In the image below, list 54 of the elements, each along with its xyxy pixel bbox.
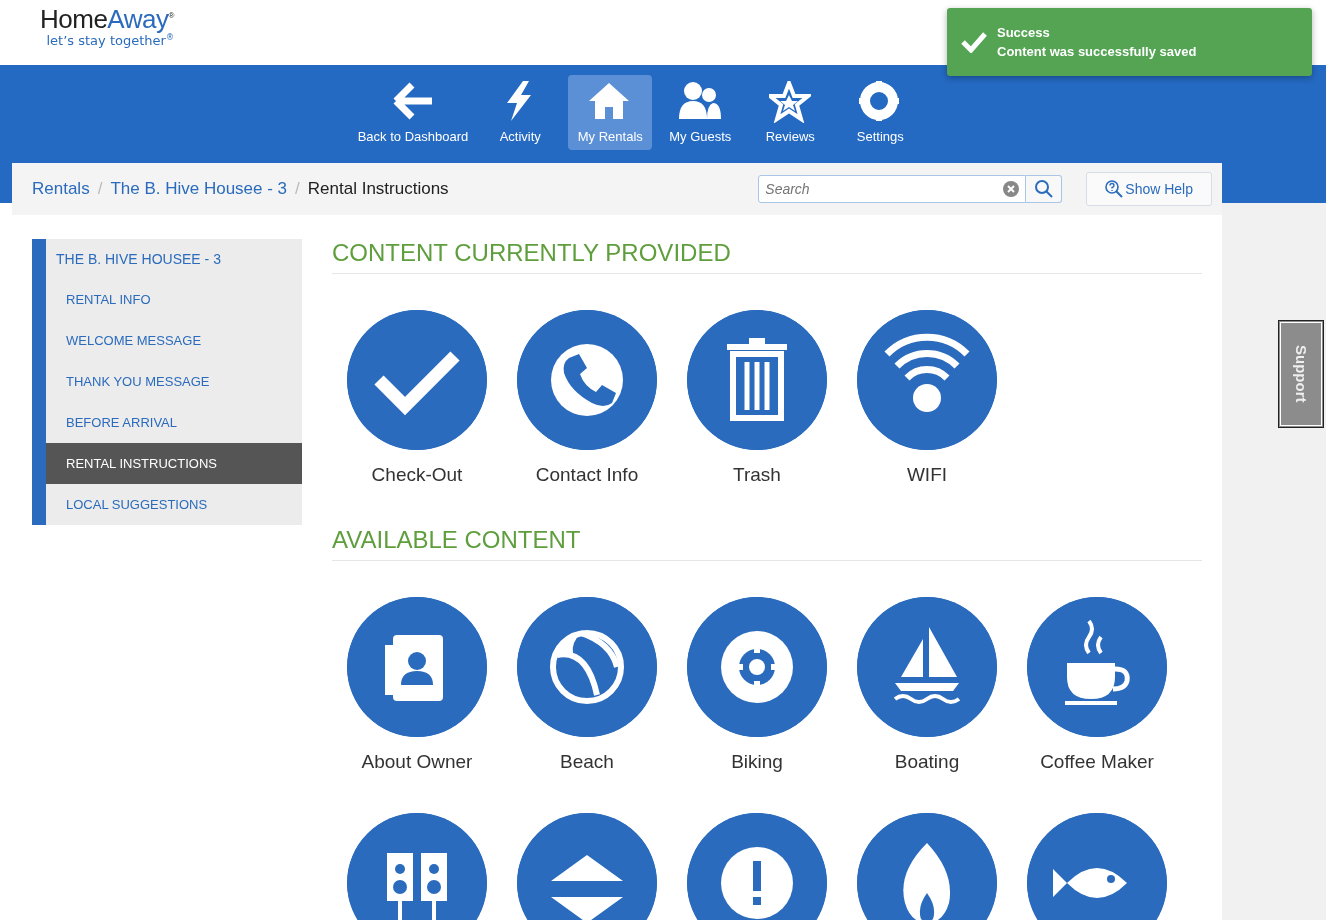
sidebar-item[interactable]: RENTAL INFO bbox=[46, 279, 302, 320]
breadcrumb-separator: / bbox=[295, 179, 300, 199]
sidebar-title[interactable]: THE B. HIVE HOUSEE - 3 bbox=[46, 239, 302, 279]
nav-tab[interactable]: Back to Dashboard bbox=[353, 75, 473, 150]
contact-card-circle-icon[interactable] bbox=[347, 597, 487, 737]
breadcrumb-link[interactable]: Rentals bbox=[32, 179, 90, 199]
tile-label: Check-Out bbox=[371, 464, 463, 486]
toast-message: Content was successfully saved bbox=[997, 44, 1197, 59]
exclamation-circle-icon[interactable] bbox=[687, 813, 827, 920]
section-heading: CONTENT CURRENTLY PROVIDED bbox=[332, 239, 1202, 274]
support-tab[interactable]: Support bbox=[1278, 320, 1324, 428]
trash-can-circle-icon[interactable] bbox=[687, 310, 827, 450]
tile-label: Trash bbox=[733, 464, 781, 486]
search-field[interactable]: Search bbox=[758, 175, 1027, 203]
nav-tab[interactable]: My Guests bbox=[658, 75, 743, 150]
up-down-arrows-circle-icon[interactable] bbox=[517, 813, 657, 920]
tile-label: Contact Info bbox=[535, 464, 639, 486]
sidebar-item[interactable]: RENTAL INSTRUCTIONS bbox=[46, 443, 302, 484]
breadcrumb-separator: / bbox=[97, 179, 103, 199]
help-search-icon bbox=[1105, 180, 1124, 198]
clear-icon[interactable] bbox=[1003, 181, 1020, 197]
nav-tab[interactable]: Activity bbox=[478, 75, 563, 150]
speakers-circle-icon[interactable] bbox=[347, 813, 487, 920]
sailboat-circle-icon[interactable] bbox=[857, 597, 997, 737]
flame-circle-icon[interactable] bbox=[857, 813, 997, 920]
nav-tab[interactable]: My Rentals bbox=[568, 75, 653, 150]
wifi-circle-icon[interactable] bbox=[857, 310, 997, 450]
breadcrumb-link[interactable]: The B. Hive Housee - 3 bbox=[110, 179, 288, 199]
tile-label: About Owner bbox=[361, 751, 473, 773]
sidebar-item[interactable]: WELCOME MESSAGE bbox=[46, 320, 302, 361]
section-heading: AVAILABLE CONTENT bbox=[332, 526, 1202, 561]
breadcrumb-link[interactable]: Rental Instructions bbox=[307, 179, 449, 199]
tile-label: WIFI bbox=[906, 464, 948, 486]
show-help-button[interactable]: Show Help bbox=[1086, 172, 1212, 206]
search-button[interactable] bbox=[1026, 175, 1063, 203]
tile-label: Coffee Maker bbox=[1040, 751, 1154, 773]
fish-circle-icon[interactable] bbox=[1027, 813, 1167, 920]
tile-label: Beach bbox=[560, 751, 614, 773]
nav-tab[interactable]: Reviews bbox=[748, 75, 833, 150]
sidebar-item[interactable]: BEFORE ARRIVAL bbox=[46, 402, 302, 443]
tile-label: Boating bbox=[894, 751, 960, 773]
search-icon bbox=[1033, 179, 1054, 199]
coffee-cup-circle-icon[interactable] bbox=[1027, 597, 1167, 737]
star-icon bbox=[769, 81, 812, 123]
sidebar-item[interactable]: LOCAL SUGGESTIONS bbox=[46, 484, 302, 525]
checkmark-circle-icon[interactable] bbox=[347, 310, 487, 450]
toast-title: Success bbox=[997, 25, 1051, 40]
beach-ball-circle-icon[interactable] bbox=[517, 597, 657, 737]
logo-tagline: let’s stay together$^{®}$ bbox=[46, 33, 174, 49]
checkmark-icon bbox=[961, 31, 987, 53]
tile-label: Biking bbox=[731, 751, 783, 773]
sidebar-item[interactable]: THANK YOU MESSAGE bbox=[46, 361, 302, 402]
nav-tab[interactable]: Settings bbox=[838, 75, 923, 150]
phone-circle-icon[interactable] bbox=[517, 310, 657, 450]
